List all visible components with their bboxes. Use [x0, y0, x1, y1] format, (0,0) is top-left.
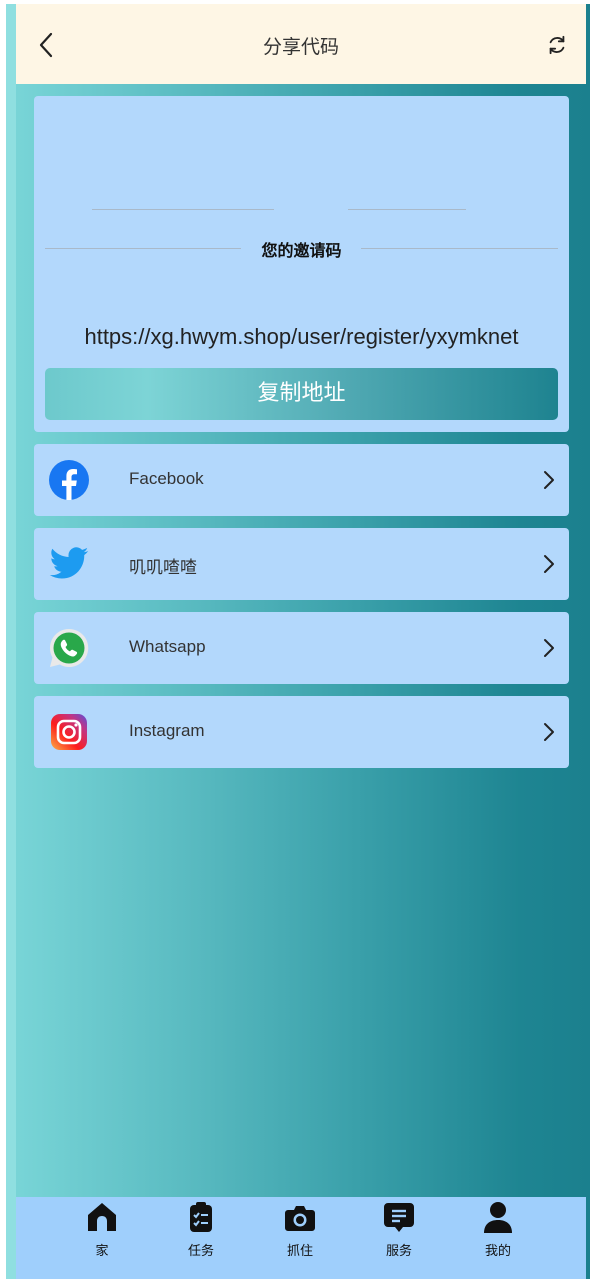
tab-label: 我的 [484, 1244, 511, 1259]
whatsapp-icon [49, 628, 89, 667]
tab-service[interactable]: 服务 [359, 1197, 439, 1279]
tab-label: 服务 [385, 1244, 412, 1259]
share-item-label: 叽叽喳喳 [129, 558, 197, 577]
share-item-whatsapp[interactable]: Whatsapp [34, 612, 569, 684]
task-clipboard-icon [190, 1202, 212, 1232]
camera-icon [285, 1206, 315, 1231]
chevron-right-icon [544, 471, 554, 489]
share-item-label: Whatsapp [129, 637, 206, 656]
twitter-icon [49, 547, 89, 579]
facebook-icon [49, 460, 89, 500]
invite-url: https://xg.hwym.shop/user/register/yxymk… [84, 324, 519, 349]
share-item-label: Facebook [129, 469, 204, 488]
tab-label: 任务 [187, 1244, 214, 1259]
chevron-right-icon [544, 555, 554, 573]
divider [92, 209, 274, 210]
tab-label: 抓住 [286, 1244, 313, 1259]
tab-label: 家 [95, 1244, 109, 1259]
tab-tasks[interactable]: 任务 [161, 1197, 241, 1279]
share-item-facebook[interactable]: Facebook [34, 444, 569, 516]
app-screen: 分享代码 您的邀请码 https://xg.hwym.shop/user/reg… [6, 4, 590, 1279]
tab-home[interactable]: 家 [62, 1197, 142, 1279]
share-item-label: Instagram [129, 721, 205, 740]
left-edge-strip [6, 4, 16, 1279]
page-title: 分享代码 [262, 36, 339, 58]
bottom-tab-bar: 家 任务 抓住 服务 我的 [16, 1197, 586, 1279]
invite-card: 您的邀请码 https://xg.hwym.shop/user/register… [34, 96, 569, 432]
tab-mine[interactable]: 我的 [458, 1197, 538, 1279]
home-icon [88, 1203, 116, 1231]
refresh-button[interactable] [546, 34, 568, 56]
message-icon [384, 1203, 414, 1232]
share-item-twitter[interactable]: 叽叽喳喳 [34, 528, 569, 600]
user-icon [484, 1202, 512, 1233]
invite-code-label: 您的邀请码 [261, 241, 342, 260]
refresh-icon [549, 35, 565, 55]
chevron-right-icon [544, 723, 554, 741]
header-bar: 分享代码 [16, 4, 586, 84]
tab-capture[interactable]: 抓住 [260, 1197, 340, 1279]
share-item-instagram[interactable]: Instagram [34, 696, 569, 768]
divider [348, 209, 466, 210]
chevron-right-icon [544, 639, 554, 657]
copy-address-button[interactable]: 复制地址 [45, 368, 558, 420]
instagram-icon [51, 714, 87, 750]
